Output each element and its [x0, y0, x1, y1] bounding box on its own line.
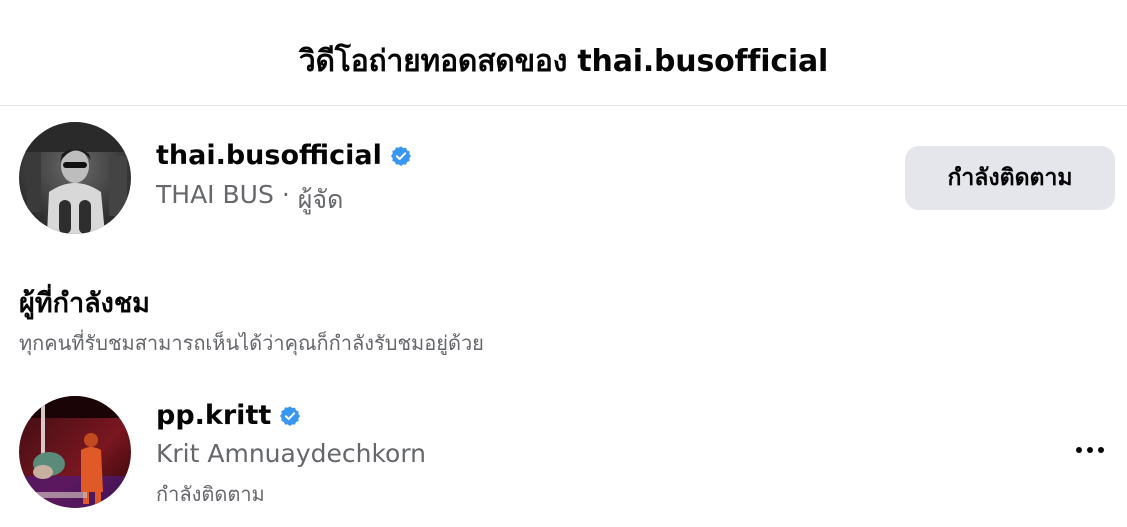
- verified-badge-icon: [390, 145, 412, 167]
- viewer-row[interactable]: pp.kritt Krit Amnuaydechkorn กำลังติดตาม: [0, 385, 1127, 527]
- following-button[interactable]: กำลังติดตาม: [905, 146, 1115, 210]
- viewer-follow-status: กำลังติดตาม: [156, 482, 265, 506]
- page-title: วิดีโอถ่ายทอดสดของ thai.busofficial: [298, 44, 829, 79]
- viewers-section-subtitle: ทุกคนที่รับชมสามารถเห็นได้ว่าคุณก็กำลังร…: [19, 331, 484, 355]
- more-options-icon[interactable]: [1070, 435, 1110, 465]
- host-username[interactable]: thai.busofficial: [156, 140, 382, 171]
- viewers-section-title: ผู้ที่กำลังชม: [19, 288, 150, 319]
- host-row[interactable]: thai.busofficial THAI BUS · ผู้จัด กำลัง…: [0, 106, 1127, 256]
- verified-badge-icon: [279, 405, 301, 427]
- live-video-viewers-page: วิดีโอถ่ายทอดสดของ thai.busofficial thai…: [0, 0, 1127, 527]
- header: วิดีโอถ่ายทอดสดของ thai.busofficial: [0, 0, 1127, 106]
- viewer-full-name: Krit Amnuaydechkorn: [156, 439, 427, 468]
- host-role: ผู้จัด: [297, 185, 344, 214]
- viewer-avatar[interactable]: [19, 396, 131, 508]
- viewer-username[interactable]: pp.kritt: [156, 400, 271, 431]
- host-subtitle: THAI BUS · ผู้จัด: [156, 180, 343, 220]
- host-name-line: thai.busofficial: [156, 140, 412, 171]
- more-dot: [1087, 447, 1093, 453]
- host-page-name: THAI BUS: [156, 180, 274, 209]
- more-dot: [1076, 447, 1082, 453]
- host-avatar[interactable]: [19, 122, 131, 234]
- viewer-name-line: pp.kritt: [156, 400, 301, 431]
- separator-dot: ·: [281, 180, 290, 209]
- more-dot: [1098, 447, 1104, 453]
